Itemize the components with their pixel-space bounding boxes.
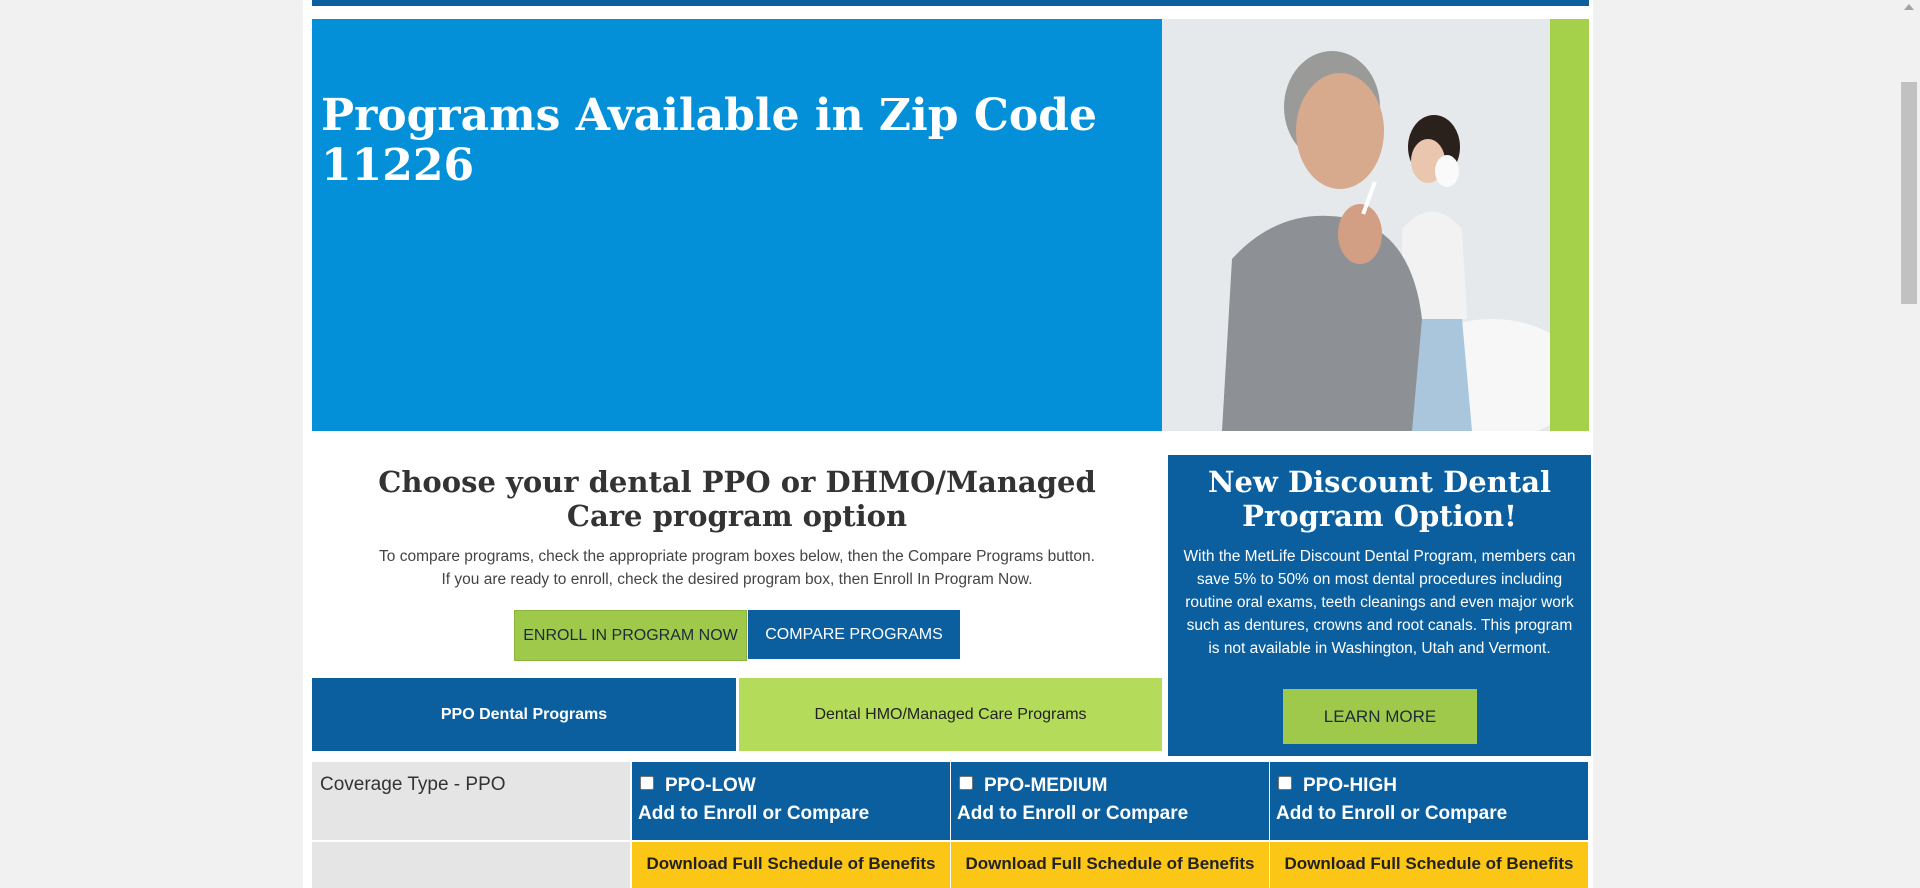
- learn-more-button[interactable]: LEARN MORE: [1283, 689, 1477, 744]
- top-nav-bar: [312, 0, 1589, 6]
- promo-description: With the MetLife Discount Dental Program…: [1183, 548, 1576, 657]
- plan-checkbox-ppo-low[interactable]: [640, 776, 654, 790]
- hero-photo: [1162, 19, 1550, 431]
- plan-name: PPO-LOW: [665, 775, 756, 796]
- program-tabs: PPO Dental Programs Dental HMO/Managed C…: [312, 678, 1162, 751]
- plan-subtitle: Add to Enroll or Compare: [1276, 803, 1508, 824]
- plan-name: PPO-MEDIUM: [984, 775, 1108, 796]
- plan-subtitle: Add to Enroll or Compare: [638, 803, 870, 824]
- vertical-scrollbar[interactable]: [1898, 0, 1920, 888]
- plan-checkbox-ppo-high[interactable]: [1278, 776, 1292, 790]
- discount-promo-box: New Discount Dental Program Option! With…: [1168, 455, 1591, 756]
- page-title: Programs Available in Zip Code 11226: [321, 90, 1097, 191]
- scroll-up-arrow-icon[interactable]: [1904, 4, 1914, 10]
- plan-header: PPO-HIGH Add to Enroll or Compare: [1270, 762, 1588, 840]
- hero-blue-panel: Programs Available in Zip Code 11226: [312, 19, 1162, 431]
- instruction-line-1: To compare programs, check the appropria…: [379, 548, 1095, 565]
- download-benefits-link-ppo-medium[interactable]: Download Full Schedule of Benefits: [951, 842, 1269, 888]
- program-chooser: Choose your dental PPO or DHMO/Managed C…: [312, 455, 1162, 661]
- promo-heading: New Discount Dental Program Option!: [1207, 465, 1552, 533]
- coverage-type-cell: Coverage Type - PPO: [312, 762, 630, 888]
- page-container: Programs Available in Zip Code 11226 Cho…: [303, 0, 1593, 888]
- plan-column-ppo-medium: PPO-MEDIUM Add to Enroll or Compare Down…: [951, 762, 1269, 888]
- instruction-line-2: If you are ready to enroll, check the de…: [441, 571, 1033, 588]
- compare-programs-button[interactable]: COMPARE PROGRAMS: [748, 610, 960, 659]
- hero-photo-illustration: [1162, 19, 1550, 431]
- coverage-type-label: Coverage Type - PPO: [320, 774, 506, 795]
- plan-checkbox-ppo-medium[interactable]: [959, 776, 973, 790]
- chooser-heading: Choose your dental PPO or DHMO/Managed C…: [378, 465, 1096, 533]
- row-divider: [312, 840, 630, 842]
- plan-column-ppo-high: PPO-HIGH Add to Enroll or Compare Downlo…: [1270, 762, 1588, 888]
- download-benefits-link-ppo-high[interactable]: Download Full Schedule of Benefits: [1270, 842, 1588, 888]
- plan-column-ppo-low: PPO-LOW Add to Enroll or Compare Downloa…: [632, 762, 950, 888]
- tab-ppo-dental-programs[interactable]: PPO Dental Programs: [312, 678, 736, 751]
- plan-name: PPO-HIGH: [1303, 775, 1397, 796]
- hero-accent-stripe: [1550, 19, 1589, 431]
- ppo-comparison-table: Coverage Type - PPO PPO-LOW Add to Enrol…: [312, 762, 1589, 888]
- hero-banner: Programs Available in Zip Code 11226: [312, 19, 1589, 431]
- download-benefits-link-ppo-low[interactable]: Download Full Schedule of Benefits: [632, 842, 950, 888]
- chooser-instructions: To compare programs, check the appropria…: [312, 545, 1162, 591]
- tab-dhmo-managed-care[interactable]: Dental HMO/Managed Care Programs: [739, 678, 1162, 751]
- action-buttons: ENROLL IN PROGRAM NOW COMPARE PROGRAMS: [312, 610, 1162, 661]
- scrollbar-thumb[interactable]: [1901, 82, 1917, 304]
- plan-header: PPO-MEDIUM Add to Enroll or Compare: [951, 762, 1269, 840]
- plan-header: PPO-LOW Add to Enroll or Compare: [632, 762, 950, 840]
- enroll-now-button[interactable]: ENROLL IN PROGRAM NOW: [514, 610, 747, 661]
- plan-subtitle: Add to Enroll or Compare: [957, 803, 1189, 824]
